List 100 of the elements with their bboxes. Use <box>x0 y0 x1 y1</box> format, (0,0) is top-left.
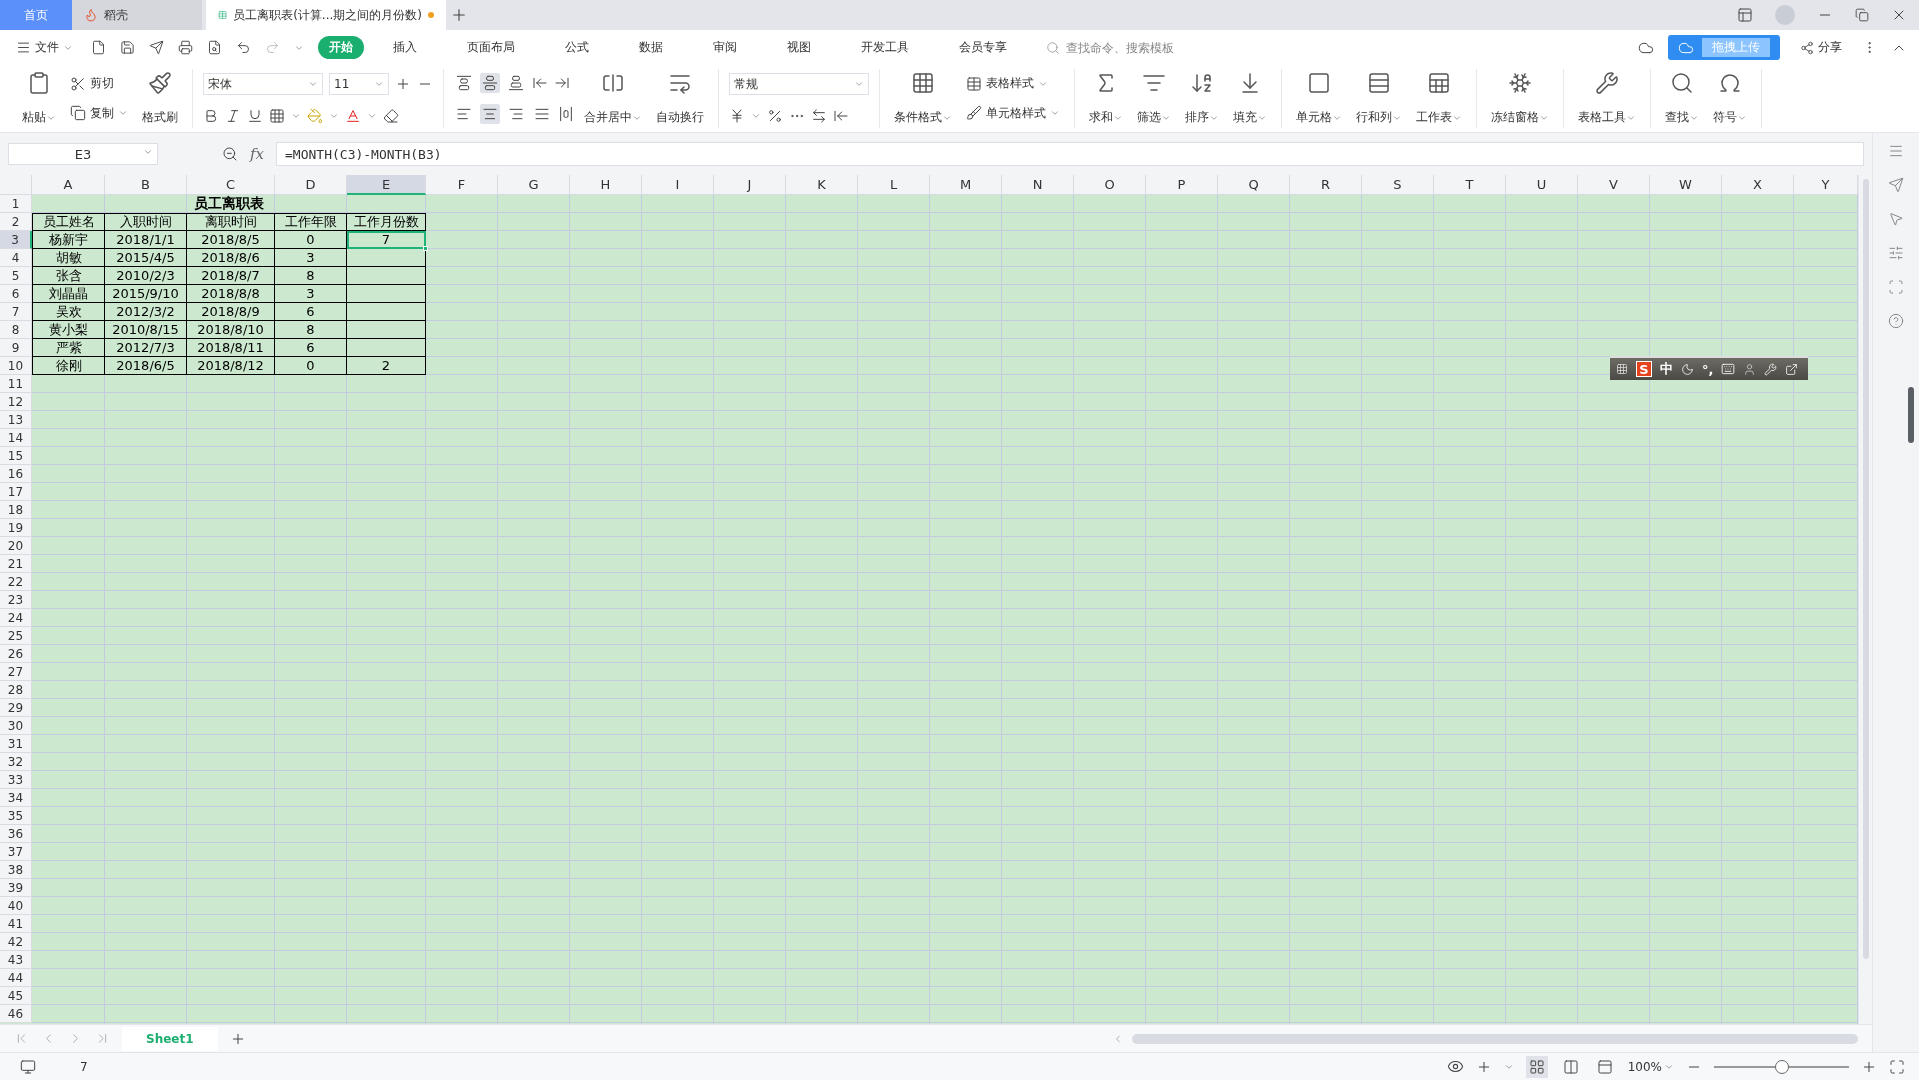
ribbon-tab[interactable]: 视图 <box>776 36 822 59</box>
wrench-icon[interactable] <box>1764 362 1778 376</box>
row-header[interactable]: 2 <box>0 213 32 231</box>
column-header[interactable]: J <box>714 175 786 195</box>
formula-field[interactable]: =MONTH(C3)-MONTH(B3) <box>276 142 1864 166</box>
column-header[interactable]: H <box>570 175 642 195</box>
ribbon-button[interactable]: 工作表 <box>1412 69 1466 128</box>
ribbon-button[interactable]: 冻结窗格 <box>1487 69 1553 128</box>
row-header[interactable]: 17 <box>0 483 32 501</box>
row-header[interactable]: 23 <box>0 591 32 609</box>
row-header[interactable]: 13 <box>0 411 32 429</box>
row-header[interactable]: 29 <box>0 699 32 717</box>
row-header[interactable]: 28 <box>0 681 32 699</box>
send-icon[interactable] <box>1888 177 1904 193</box>
row-header[interactable]: 10 <box>0 357 32 375</box>
row-header[interactable]: 46 <box>0 1005 32 1023</box>
ribbon-button[interactable]: 自动换行 <box>652 69 708 128</box>
row-header[interactable]: 36 <box>0 825 32 843</box>
column-header[interactable]: S <box>1362 175 1434 195</box>
row-header[interactable]: 27 <box>0 663 32 681</box>
fill-color-icon[interactable] <box>307 107 323 124</box>
row-header[interactable]: 11 <box>0 375 32 393</box>
function-label[interactable]: fx <box>250 145 264 163</box>
moon-icon[interactable] <box>1681 362 1694 376</box>
column-header[interactable]: V <box>1578 175 1650 195</box>
column-header[interactable]: D <box>275 175 347 195</box>
share-button[interactable]: 分享 <box>1794 38 1848 57</box>
ribbon-button[interactable]: 单元格样式 <box>962 102 1064 124</box>
ribbon-button[interactable]: 行和列 <box>1352 69 1406 128</box>
row-header[interactable]: 44 <box>0 969 32 987</box>
pointer-icon[interactable] <box>1888 211 1904 227</box>
restore-icon[interactable] <box>1855 8 1869 22</box>
file-menu[interactable]: 文件 <box>12 37 77 58</box>
row-header[interactable]: 45 <box>0 987 32 1005</box>
ime-logo[interactable]: S <box>1636 361 1652 377</box>
ribbon-button[interactable]: 条件格式 <box>890 69 956 128</box>
row-header[interactable]: 7 <box>0 303 32 321</box>
scrollbar-thumb[interactable] <box>1862 179 1869 959</box>
external-link-icon[interactable] <box>1785 362 1799 376</box>
name-box[interactable]: E3 <box>8 143 158 165</box>
underline-icon[interactable] <box>247 107 263 124</box>
ribbon-button[interactable]: 符号 <box>1709 69 1751 128</box>
column-header[interactable]: R <box>1290 175 1362 195</box>
column-header[interactable]: I <box>642 175 714 195</box>
sliders-icon[interactable] <box>1888 245 1904 261</box>
align-center-button[interactable] <box>480 104 500 125</box>
row-header[interactable]: 42 <box>0 933 32 951</box>
command-search-field[interactable]: 查找命令、搜索模板 <box>1064 39 1194 56</box>
column-header[interactable]: F <box>426 175 498 195</box>
row-header[interactable]: 41 <box>0 915 32 933</box>
row-header[interactable]: 5 <box>0 267 32 285</box>
row-header[interactable]: 25 <box>0 627 32 645</box>
row-header[interactable]: 32 <box>0 753 32 771</box>
font-name-field[interactable]: 宋体 <box>203 73 323 96</box>
row-header[interactable]: 22 <box>0 573 32 591</box>
ribbon-button[interactable]: 粘贴 <box>18 69 60 128</box>
ribbon-button[interactable]: 表格样式 <box>962 73 1064 95</box>
row-header[interactable]: 3 <box>0 231 32 249</box>
ribbon-button[interactable]: 查找 <box>1661 69 1703 128</box>
user-icon[interactable] <box>1743 362 1757 376</box>
row-header[interactable]: 4 <box>0 249 32 267</box>
macro-icon[interactable] <box>20 1058 36 1075</box>
row-header[interactable]: 6 <box>0 285 32 303</box>
save-icon[interactable] <box>120 40 135 55</box>
zoom-level[interactable]: 100% <box>1627 1059 1674 1074</box>
view-button[interactable] <box>1525 1055 1548 1078</box>
italic-icon[interactable] <box>225 107 241 124</box>
eye-icon[interactable] <box>1446 1058 1464 1075</box>
row-header[interactable]: 33 <box>0 771 32 789</box>
undo-icon[interactable] <box>236 40 251 55</box>
document-tab[interactable]: 员工离职表(计算...期之间的月份数) <box>206 0 446 30</box>
slider-thumb[interactable] <box>1774 1059 1789 1074</box>
ribbon-tab[interactable]: 审阅 <box>702 36 748 59</box>
ribbon-button[interactable]: 求和 <box>1085 69 1127 128</box>
ribbon-button[interactable]: 格式刷 <box>138 69 182 128</box>
fill-handle[interactable] <box>423 246 428 251</box>
column-header[interactable]: B <box>105 175 187 195</box>
ribbon-button[interactable]: 筛选 <box>1133 69 1175 128</box>
fullscreen-icon[interactable] <box>1889 1058 1905 1075</box>
decimal-icon[interactable] <box>811 107 827 124</box>
column-header[interactable]: W <box>1650 175 1722 195</box>
column-header[interactable]: X <box>1722 175 1794 195</box>
column-header[interactable]: P <box>1146 175 1218 195</box>
row-header[interactable]: 37 <box>0 843 32 861</box>
row-header[interactable]: 26 <box>0 645 32 663</box>
scrollbar-thumb[interactable] <box>1132 1033 1858 1044</box>
currency-icon[interactable] <box>729 107 745 124</box>
number-format-field[interactable]: 常规 <box>729 73 869 96</box>
row-header[interactable]: 35 <box>0 807 32 825</box>
percent-icon[interactable] <box>767 107 783 124</box>
row-header[interactable]: 18 <box>0 501 32 519</box>
row-header[interactable]: 24 <box>0 609 32 627</box>
scrollbar-thumb[interactable] <box>1908 387 1914 443</box>
column-header[interactable]: O <box>1074 175 1146 195</box>
ribbon-button[interactable]: 表格工具 <box>1574 69 1640 128</box>
row-header[interactable]: 21 <box>0 555 32 573</box>
row-header[interactable]: 15 <box>0 447 32 465</box>
column-header[interactable]: N <box>1002 175 1074 195</box>
ribbon-tab[interactable]: 页面布局 <box>456 36 526 59</box>
row-header[interactable]: 38 <box>0 861 32 879</box>
